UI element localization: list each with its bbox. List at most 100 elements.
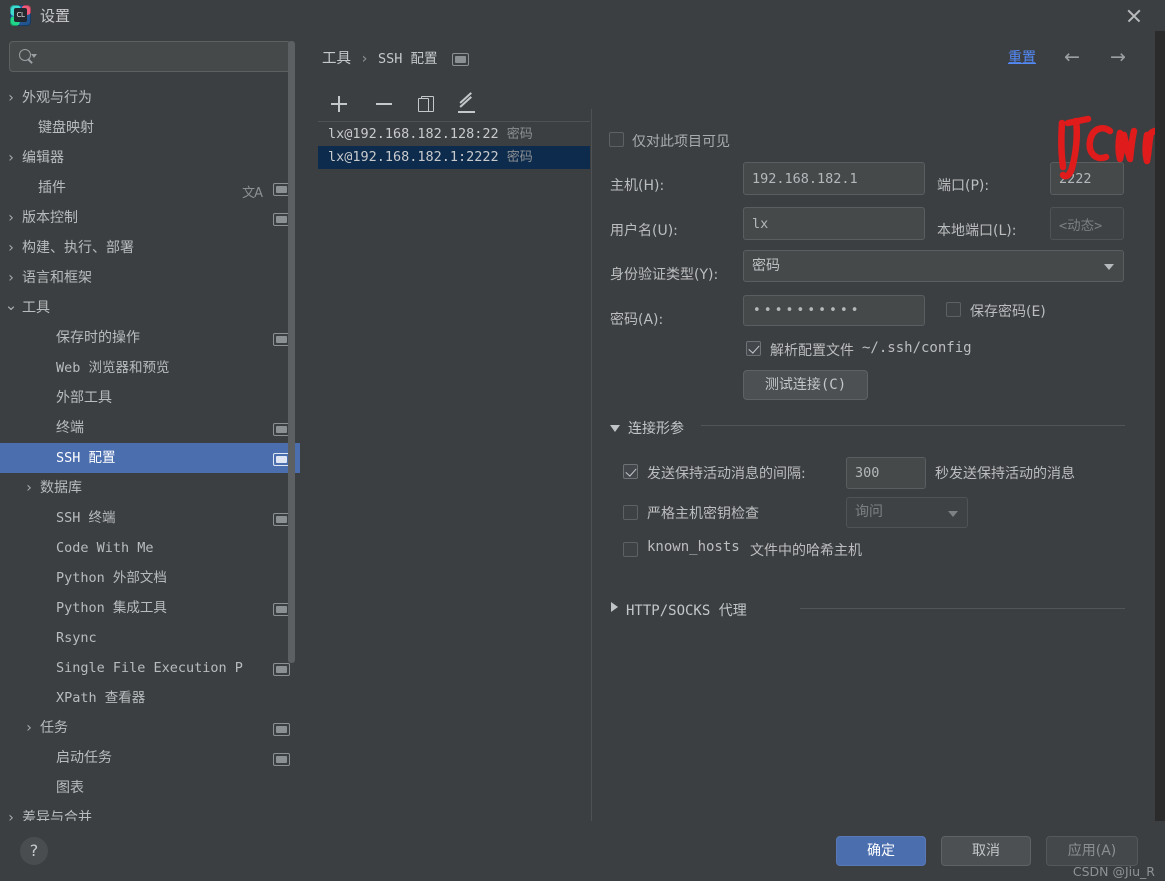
sidebar-item-2[interactable]: ›编辑器 [0,143,300,173]
sidebar-item-label: Rsync [56,623,97,653]
reset-link[interactable]: 重置 [1008,47,1036,67]
sidebar-item-7[interactable]: ⌄工具 [0,293,300,323]
sidebar-item-0[interactable]: ›外观与行为 [0,83,300,113]
connection-section-title: 连接形参 [628,418,684,438]
chevron-right-icon[interactable]: › [4,203,18,233]
sidebar-item-label: 外部工具 [56,383,112,413]
breadcrumb: 工具 › SSH 配置 [322,47,438,68]
sidebar-item-14[interactable]: SSH 终端 [0,503,300,533]
list-item-auth: 密码 [507,127,533,142]
sidebar-item-22[interactable]: 启动任务 [0,743,300,773]
auth-type-select[interactable]: 密码 [743,250,1124,282]
list-item[interactable]: lx@192.168.182.1:2222密码 [318,146,590,169]
dialog-footer: ? 确定 取消 应用(A) CSDN @Jiu_R [0,821,1165,881]
strict-host-key-checkbox[interactable] [623,505,638,520]
arrow-right-icon[interactable]: → [1105,47,1131,67]
sidebar-scrollbar[interactable] [288,41,295,741]
sidebar-item-19[interactable]: Single File Execution P [0,653,300,683]
sidebar-item-23[interactable]: 图表 [0,773,300,803]
keepalive-checkbox[interactable] [623,464,638,479]
title-bar: CL 设置 [0,0,1165,31]
cancel-button[interactable]: 取消 [941,836,1031,866]
known-hosts-checkbox[interactable] [623,542,638,557]
sidebar-item-20[interactable]: XPath 查看器 [0,683,300,713]
sidebar-item-label: 语言和框架 [22,263,92,293]
search-input[interactable] [41,45,285,69]
parse-config-checkbox[interactable] [746,341,761,356]
proxy-section-title: HTTP/SOCKS 代理 [626,600,747,620]
sidebar-item-label: SSH 终端 [56,503,116,533]
connection-section-toggle-icon[interactable] [610,425,620,432]
visible-only-project-label: 仅对此项目可见 [632,131,730,151]
sidebar-scrollbar-thumb[interactable] [288,41,295,663]
password-label: 密码(A): [610,309,663,329]
chevron-right-icon[interactable]: › [4,233,18,263]
password-masked-value: •••••••••• [753,303,862,318]
keepalive-interval-input[interactable] [846,457,926,489]
sidebar-item-21[interactable]: ›任务 [0,713,300,743]
remove-button[interactable] [371,92,397,116]
chevron-right-icon[interactable]: › [4,143,18,173]
copy-icon[interactable] [414,92,440,116]
project-scope-icon [273,753,290,766]
arrow-left-icon[interactable]: ← [1059,47,1085,67]
breadcrumb-separator: › [362,51,368,67]
breadcrumb-root[interactable]: 工具 [322,51,351,67]
ssh-config-list-panel: lx@192.168.182.128:22密码lx@192.168.182.1:… [318,87,590,821]
add-button[interactable] [326,92,352,116]
list-item[interactable]: lx@192.168.182.128:22密码 [318,123,590,146]
sidebar-item-label: 外观与行为 [22,83,92,113]
chevron-right-icon[interactable]: › [22,473,36,503]
sidebar-item-label: 键盘映射 [38,113,94,143]
sidebar-item-24[interactable]: ›差异与合并 [0,803,300,821]
chevron-down-icon [948,511,958,517]
username-input[interactable] [743,207,925,240]
sidebar-item-18[interactable]: Rsync [0,623,300,653]
port-input[interactable] [1050,162,1124,195]
strict-host-key-mode-select[interactable]: 询问 [846,497,968,528]
sidebar-item-4[interactable]: ›版本控制 [0,203,300,233]
visible-only-project-checkbox[interactable] [609,132,624,147]
sidebar-item-13[interactable]: ›数据库 [0,473,300,503]
test-connection-button[interactable]: 测试连接(C) [743,370,868,400]
sidebar-item-9[interactable]: Web 浏览器和预览 [0,353,300,383]
panel-divider [591,109,592,849]
chevron-down-icon[interactable]: ⌄ [4,293,18,323]
list-item-auth: 密码 [507,150,533,165]
sidebar-item-10[interactable]: 外部工具 [0,383,300,413]
sidebar-item-label: 差异与合并 [22,803,92,821]
sidebar-item-6[interactable]: ›语言和框架 [0,263,300,293]
sidebar-item-1[interactable]: 键盘映射 [0,113,300,143]
breadcrumb-leaf: SSH 配置 [378,51,438,67]
window-title: 设置 [40,5,70,26]
chevron-right-icon[interactable]: › [4,263,18,293]
chevron-right-icon[interactable]: › [4,803,18,821]
chevron-right-icon[interactable]: › [22,713,36,743]
watermark: CSDN @Jiu_R [1073,864,1155,879]
close-icon[interactable] [1121,3,1147,29]
sidebar-item-11[interactable]: 终端 [0,413,300,443]
sidebar-item-3[interactable]: 插件文A [0,173,300,203]
chevron-right-icon[interactable]: › [4,83,18,113]
sidebar-item-5[interactable]: ›构建、执行、部署 [0,233,300,263]
sidebar-item-15[interactable]: Code With Me [0,533,300,563]
help-button[interactable]: ? [20,837,48,865]
edit-pencil-icon[interactable] [454,92,480,116]
password-input[interactable]: •••••••••• [743,295,925,326]
host-input[interactable] [743,162,925,195]
sidebar-item-label: 编辑器 [22,143,64,173]
sidebar-item-label: 启动任务 [56,743,112,773]
sidebar-item-label: Single File Execution P [56,653,243,683]
sidebar-item-16[interactable]: Python 外部文档 [0,563,300,593]
local-port-input[interactable] [1050,207,1124,240]
sidebar-item-12[interactable]: SSH 配置 [0,443,300,473]
sidebar-item-17[interactable]: Python 集成工具 [0,593,300,623]
clion-logo-icon: CL [10,5,31,26]
sidebar-item-8[interactable]: 保存时的操作 [0,323,300,353]
apply-button[interactable]: 应用(A) [1046,836,1138,866]
ok-button[interactable]: 确定 [836,836,926,866]
auth-type-label: 身份验证类型(Y): [610,264,718,284]
proxy-section-toggle-icon[interactable] [611,602,618,612]
list-toolbar-divider [318,121,590,122]
save-password-checkbox[interactable] [946,302,961,317]
